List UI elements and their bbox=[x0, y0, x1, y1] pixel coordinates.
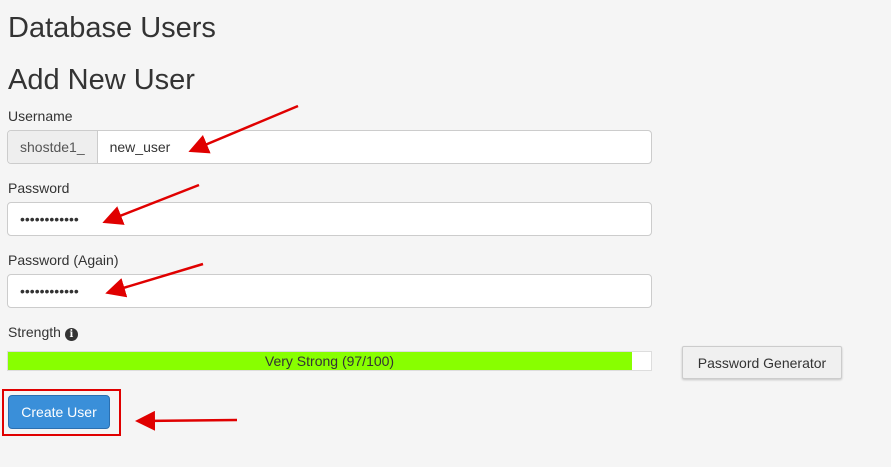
password-again-input[interactable] bbox=[7, 274, 652, 308]
section-title: Add New User bbox=[8, 64, 195, 96]
username-field-group: shostde1_ bbox=[7, 130, 652, 164]
arrow-create-user bbox=[135, 410, 238, 431]
password-again-label: Password (Again) bbox=[8, 252, 119, 268]
info-icon[interactable]: i bbox=[64, 328, 78, 341]
username-input[interactable] bbox=[97, 131, 651, 163]
strength-label: Strength bbox=[8, 324, 61, 340]
create-user-button[interactable]: Create User bbox=[8, 395, 110, 429]
page-title: Database Users bbox=[8, 12, 216, 44]
password-input[interactable] bbox=[7, 202, 652, 236]
strength-meter: Very Strong (97/100) bbox=[7, 351, 652, 371]
password-label: Password bbox=[8, 180, 70, 196]
strength-label-row: Strength i bbox=[8, 324, 78, 341]
strength-text: Very Strong (97/100) bbox=[264, 353, 395, 369]
username-prefix: shostde1_ bbox=[8, 131, 98, 163]
username-label: Username bbox=[8, 108, 73, 124]
password-generator-button[interactable]: Password Generator bbox=[682, 346, 842, 379]
add-database-user-page: Database Users Add New User Username sho… bbox=[0, 0, 891, 467]
